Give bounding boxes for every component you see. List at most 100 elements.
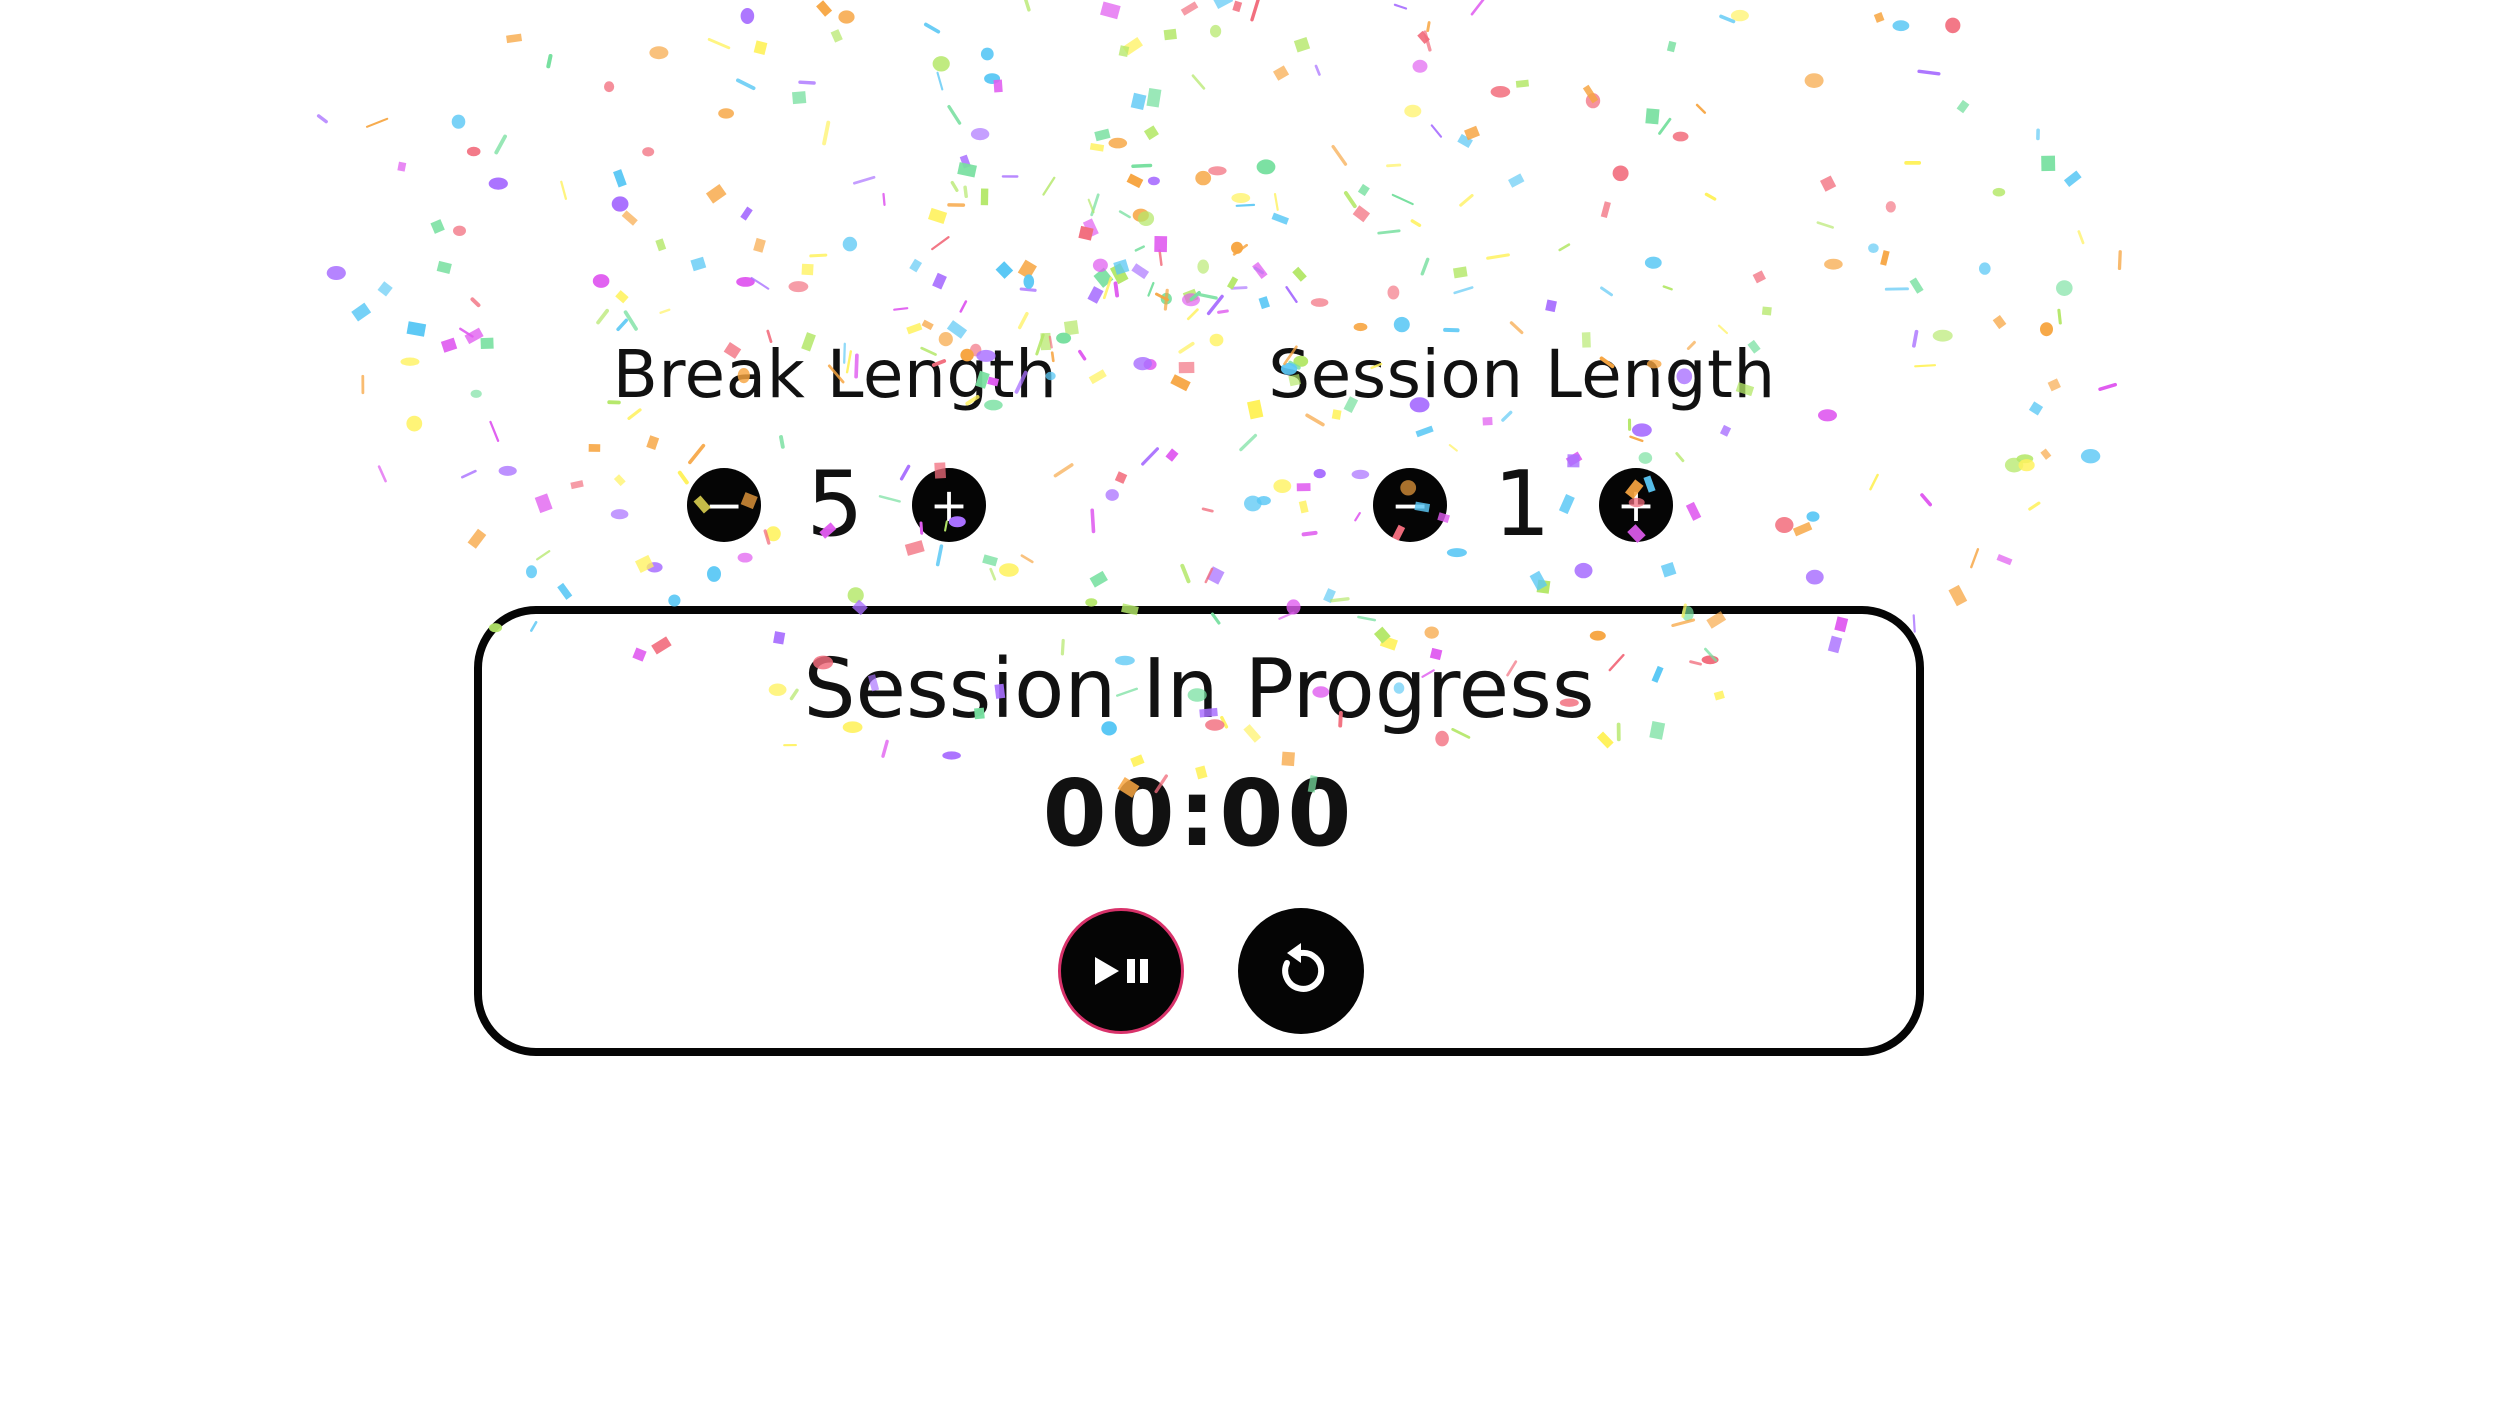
confetti-piece	[1158, 249, 1163, 267]
confetti-piece	[1020, 554, 1034, 564]
reset-button[interactable]	[1238, 908, 1364, 1034]
confetti-piece	[1459, 194, 1474, 207]
confetti-piece	[365, 117, 389, 128]
confetti-piece	[1912, 614, 1916, 633]
confetti-piece	[1585, 93, 1601, 109]
confetti-piece	[1147, 176, 1160, 186]
confetti-piece	[999, 563, 1019, 577]
confetti-piece	[1298, 500, 1309, 514]
confetti-piece	[2057, 308, 2062, 325]
confetti-piece	[1638, 452, 1653, 464]
confetti-piece	[1490, 86, 1511, 98]
confetti-piece	[1143, 359, 1157, 370]
confetti-piece	[1486, 253, 1510, 260]
confetti-piece	[1393, 316, 1410, 333]
confetti-piece	[1386, 163, 1402, 168]
confetti-piece	[1869, 473, 1879, 491]
confetti-piece	[1210, 24, 1222, 38]
confetti-piece	[792, 91, 807, 105]
confetti-piece	[1393, 3, 1408, 10]
confetti-piece	[1412, 59, 1428, 73]
minus-icon: −	[1390, 478, 1430, 532]
confetti-piece	[1391, 193, 1414, 206]
confetti-piece	[406, 415, 423, 432]
confetti-piece	[1685, 501, 1702, 521]
confetti-piece	[750, 276, 770, 290]
confetti-piece	[1892, 20, 1910, 32]
break-decrement-button[interactable]: −	[687, 468, 761, 542]
confetti-piece	[1252, 261, 1268, 279]
confetti-piece	[1658, 117, 1672, 135]
confetti-piece	[668, 594, 681, 607]
confetti-piece	[1912, 329, 1919, 348]
confetti-piece	[932, 56, 950, 72]
confetti-piece	[1992, 187, 2006, 197]
confetti-piece	[397, 161, 407, 172]
confetti-piece	[1482, 416, 1493, 426]
confetti-piece	[1996, 553, 2013, 566]
session-decrement-button[interactable]: −	[1373, 468, 1447, 542]
confetti-piece	[763, 529, 771, 545]
session-increment-button[interactable]: +	[1599, 468, 1673, 542]
confetti-piece	[1023, 0, 1031, 12]
confetti-piece	[1154, 235, 1168, 253]
confetti-piece	[1979, 262, 1991, 275]
confetti-piece	[1247, 399, 1264, 420]
confetti-piece	[1453, 286, 1474, 295]
confetti-piece	[1206, 566, 1225, 585]
confetti-piece	[1377, 229, 1401, 235]
confetti-piece	[1695, 103, 1707, 114]
confetti-piece	[1056, 332, 1072, 344]
confetti-piece	[1078, 225, 1094, 241]
confetti-piece	[893, 307, 909, 311]
confetti-piece	[1133, 357, 1152, 371]
confetti-piece	[1209, 333, 1224, 347]
confetti-piece	[1558, 494, 1575, 515]
confetti-piece	[1508, 173, 1525, 188]
confetti-piece	[655, 238, 667, 252]
confetti-piece	[1330, 597, 1350, 603]
confetti-piece	[351, 302, 372, 322]
confetti-piece	[1113, 259, 1130, 275]
confetti-piece	[1660, 561, 1677, 578]
confetti-piece	[557, 582, 573, 600]
confetti-piece	[816, 0, 833, 17]
confetti-piece	[1675, 452, 1685, 463]
confetti-piece	[1147, 281, 1155, 297]
confetti-piece	[2041, 155, 2056, 172]
confetti-piece	[1305, 413, 1325, 427]
confetti-piece	[1063, 320, 1079, 336]
confetti-piece	[2098, 382, 2117, 392]
confetti-piece	[1122, 36, 1143, 56]
confetti-piece	[436, 260, 452, 275]
play-pause-button[interactable]	[1058, 908, 1184, 1034]
confetti-piece	[909, 258, 923, 273]
confetti-piece	[963, 185, 968, 199]
confetti-piece	[1293, 37, 1311, 53]
confetti-piece	[1873, 12, 1885, 23]
confetti-piece	[1090, 193, 1100, 217]
session-length-label: Session Length	[1268, 336, 1776, 413]
confetti-piece	[740, 206, 753, 221]
confetti-piece	[1239, 433, 1258, 452]
confetti-piece	[1644, 256, 1662, 269]
confetti-piece	[1730, 9, 1749, 22]
confetti-piece	[1230, 286, 1248, 290]
confetti-piece	[1296, 483, 1311, 492]
confetti-piece	[1567, 454, 1580, 468]
confetti-piece	[1880, 250, 1890, 266]
confetti-piece	[1272, 65, 1290, 81]
confetti-piece	[1250, 0, 1260, 22]
confetti-piece	[1131, 163, 1153, 168]
confetti-piece	[1204, 567, 1214, 584]
confetti-piece	[1452, 266, 1468, 279]
confetti-piece	[765, 526, 781, 542]
break-increment-button[interactable]: +	[912, 468, 986, 542]
confetti-piece	[2004, 457, 2024, 473]
confetti-piece	[466, 146, 481, 157]
confetti-piece	[611, 196, 629, 212]
confetti-piece	[1932, 329, 1953, 342]
confetti-piece	[616, 318, 628, 332]
confetti-piece	[498, 465, 517, 476]
confetti-piece	[592, 274, 610, 288]
